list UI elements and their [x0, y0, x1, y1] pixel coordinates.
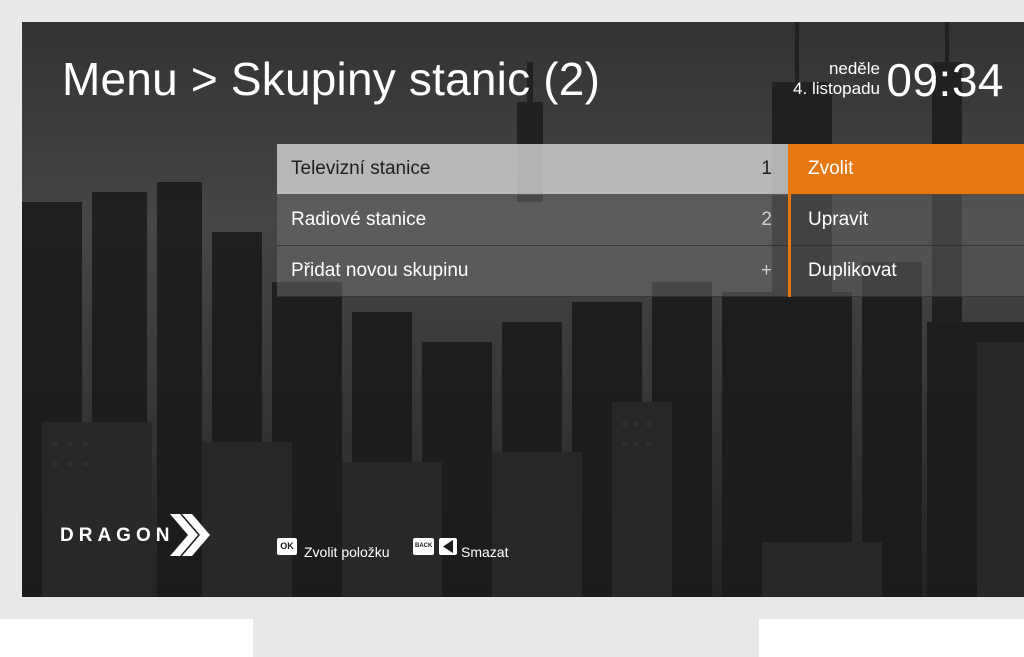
back-key-icon: BACK	[413, 538, 434, 555]
list-item-tv-stations[interactable]: Televizní stanice 1	[277, 144, 788, 195]
brand-name: DRAGON	[60, 525, 175, 546]
group-list: Televizní stanice 1 Radiové stanice 2 Př…	[277, 144, 788, 297]
ok-key-icon: OK	[277, 538, 297, 555]
hint-back-label: Smazat	[461, 544, 509, 560]
city-skyline-background	[22, 22, 1024, 597]
monitor-stand	[253, 619, 759, 657]
list-item-label: Televizní stanice	[291, 158, 431, 179]
list-item-label: Radiové stanice	[291, 209, 427, 230]
hint-ok-label: Zvolit položku	[304, 544, 390, 560]
select-button[interactable]: Zvolit	[791, 144, 1024, 195]
monitor-bezel-bottom	[0, 597, 1024, 619]
edit-button-label: Upravit	[808, 209, 869, 230]
page-title: Menu > Skupiny stanic (2)	[62, 53, 601, 105]
list-item-radio-stations[interactable]: Radiové stanice 2	[277, 195, 788, 246]
day-name: neděle	[828, 59, 880, 78]
duplicate-button-label: Duplikovat	[808, 260, 897, 281]
list-item-count: 1	[761, 158, 772, 179]
list-item-label: Přidat novou skupinu	[291, 260, 469, 281]
action-menu: Zvolit Upravit Duplikovat	[788, 144, 1024, 297]
tv-screen: Menu > Skupiny stanic (2) neděle 4. list…	[22, 22, 1024, 597]
list-item-count: 2	[761, 209, 772, 230]
list-item-add-group[interactable]: Přidat novou skupinu +	[277, 246, 788, 297]
date-text: 4. listopadu	[793, 79, 880, 98]
edit-button[interactable]: Upravit	[791, 195, 1024, 246]
clock: 09:34	[886, 54, 1004, 106]
hint-ok: OK Zvolit položku	[277, 538, 390, 560]
date-display: neděle 4. listopadu	[793, 59, 880, 99]
hint-back: BACK Smazat	[413, 538, 508, 560]
back-arrow-icon	[438, 538, 457, 555]
plus-icon: +	[760, 260, 772, 281]
monitor-bezel-left	[0, 0, 22, 597]
select-button-label: Zvolit	[808, 158, 854, 179]
double-chevron-icon	[170, 514, 210, 556]
duplicate-button[interactable]: Duplikovat	[791, 246, 1024, 297]
monitor-bezel-top	[0, 0, 1024, 22]
